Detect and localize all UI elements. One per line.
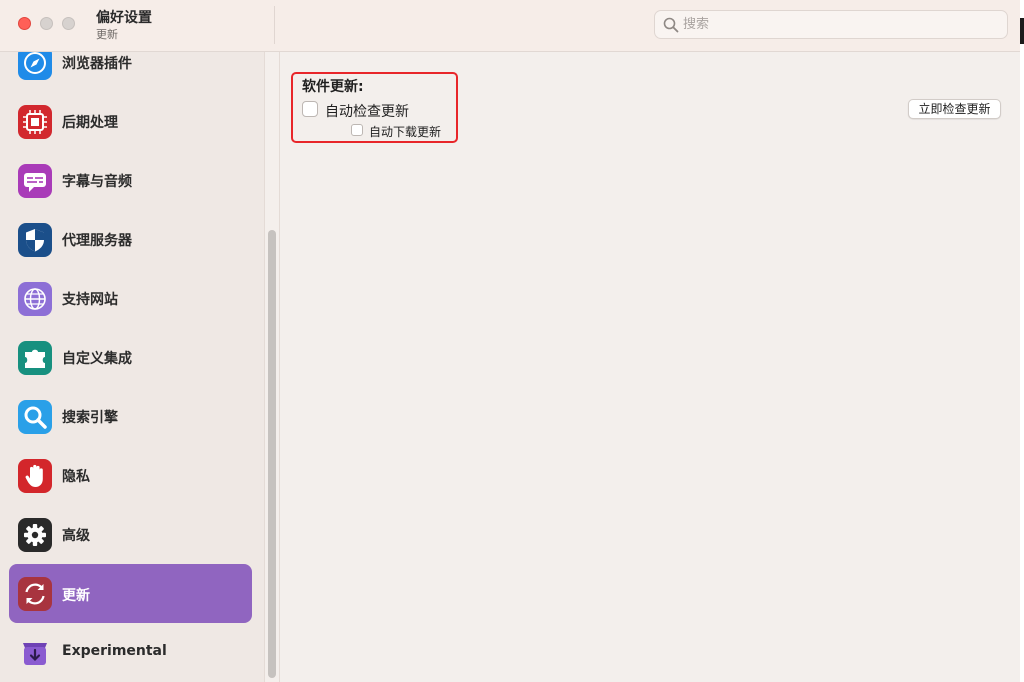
update-settings-panel: 软件更新: 自动检查更新 自动下载更新 立即检查更新	[280, 52, 1020, 682]
section-title: 软件更新:	[302, 79, 364, 95]
sidebar-item-browser-extensions[interactable]: 浏览器插件	[9, 52, 252, 91]
auto-check-updates-checkbox[interactable]	[302, 101, 318, 117]
window-title: 偏好设置	[96, 10, 152, 26]
auto-download-updates-checkbox[interactable]	[351, 124, 363, 136]
shield-icon	[18, 223, 52, 257]
sidebar-item-supported-sites[interactable]: 支持网站	[9, 271, 252, 327]
sidebar-item-privacy[interactable]: 隐私	[9, 448, 252, 504]
compass-icon	[18, 52, 52, 80]
auto-download-updates-label[interactable]: 自动下载更新	[369, 123, 441, 140]
search-input[interactable]	[683, 14, 1001, 35]
auto-check-updates-label[interactable]: 自动检查更新	[325, 101, 409, 121]
window-subtitle: 更新	[96, 28, 118, 41]
sidebar-item-label: 后期处理	[62, 115, 118, 131]
sidebar-item-advanced[interactable]: 高级	[9, 507, 252, 563]
chip-icon	[18, 105, 52, 139]
magnifier-icon	[18, 400, 52, 434]
minimize-window-button[interactable]	[40, 17, 53, 30]
preferences-window: 偏好设置 更新 浏览器插件 后期处理 字	[0, 0, 1020, 682]
sidebar-item-subtitles-audio[interactable]: 字幕与音频	[9, 153, 252, 209]
title-divider	[274, 6, 275, 44]
sidebar-scrollbar[interactable]	[268, 230, 276, 678]
sidebar-item-label: 更新	[62, 588, 90, 604]
sidebar-item-label: 代理服务器	[62, 233, 132, 249]
sidebar-item-post-processing[interactable]: 后期处理	[9, 94, 252, 150]
sidebar-item-label: 高级	[62, 528, 90, 544]
sidebar-item-proxy-server[interactable]: 代理服务器	[9, 212, 252, 268]
sidebar-item-label: 字幕与音频	[62, 174, 132, 190]
sidebar-item-label: 自定义集成	[62, 351, 132, 367]
sidebar-item-experimental[interactable]: Experimental	[9, 625, 252, 681]
sidebar-item-update[interactable]: 更新	[9, 564, 252, 623]
subtitles-icon	[18, 164, 52, 198]
sidebar-item-search-engine[interactable]: 搜索引擎	[9, 389, 252, 445]
sidebar-item-label: 隐私	[62, 469, 90, 485]
sidebar-item-label: Experimental	[62, 643, 167, 659]
refresh-icon	[18, 577, 52, 611]
globe-icon	[18, 282, 52, 316]
puzzle-icon	[18, 341, 52, 375]
hand-icon	[18, 459, 52, 493]
title-bar: 偏好设置 更新	[0, 0, 1020, 52]
check-now-button[interactable]: 立即检查更新	[908, 99, 1001, 119]
search-field[interactable]	[654, 10, 1008, 39]
sidebar-item-label: 搜索引擎	[62, 410, 118, 426]
sidebar-item-label: 浏览器插件	[62, 56, 132, 72]
close-window-button[interactable]	[18, 17, 31, 30]
sidebar-item-label: 支持网站	[62, 292, 118, 308]
sidebar-item-custom-integration[interactable]: 自定义集成	[9, 330, 252, 386]
gear-icon	[18, 518, 52, 552]
zoom-window-button[interactable]	[62, 17, 75, 30]
download-box-icon	[18, 636, 52, 670]
search-icon	[663, 17, 679, 33]
sidebar: 浏览器插件 后期处理 字幕与音频 代理服务器 支持网站 自定义集成 搜索引擎 隐…	[0, 52, 264, 682]
desktop-edge	[1020, 0, 1024, 682]
